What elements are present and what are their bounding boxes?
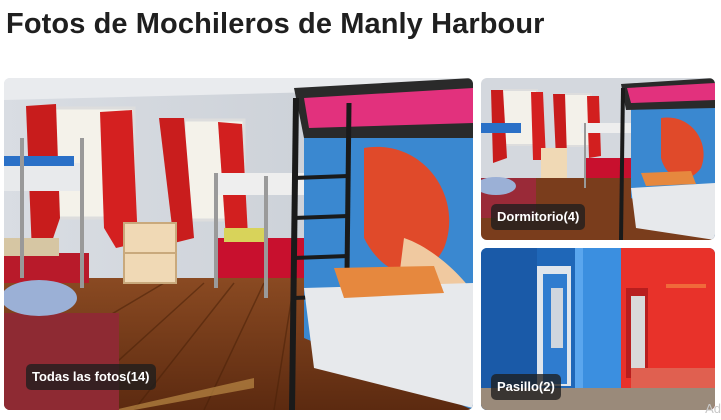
hallway-label: Pasillo(2) [491,374,561,400]
photo-tile-dormitorio[interactable]: Dormitorio(4) [481,78,715,240]
photo-tile-all[interactable]: Todas las fotos(14) [4,78,473,410]
photo-count-label: Todas las fotos(14) [26,364,156,390]
dormitory-label: Dormitorio(4) [491,204,586,230]
ad-watermark: Ad [705,401,721,416]
dormitory-photo [4,78,473,410]
photo-tile-pasillo[interactable]: Pasillo(2) [481,248,715,410]
page-title: Fotos de Mochileros de Manly Harbour [6,8,545,40]
